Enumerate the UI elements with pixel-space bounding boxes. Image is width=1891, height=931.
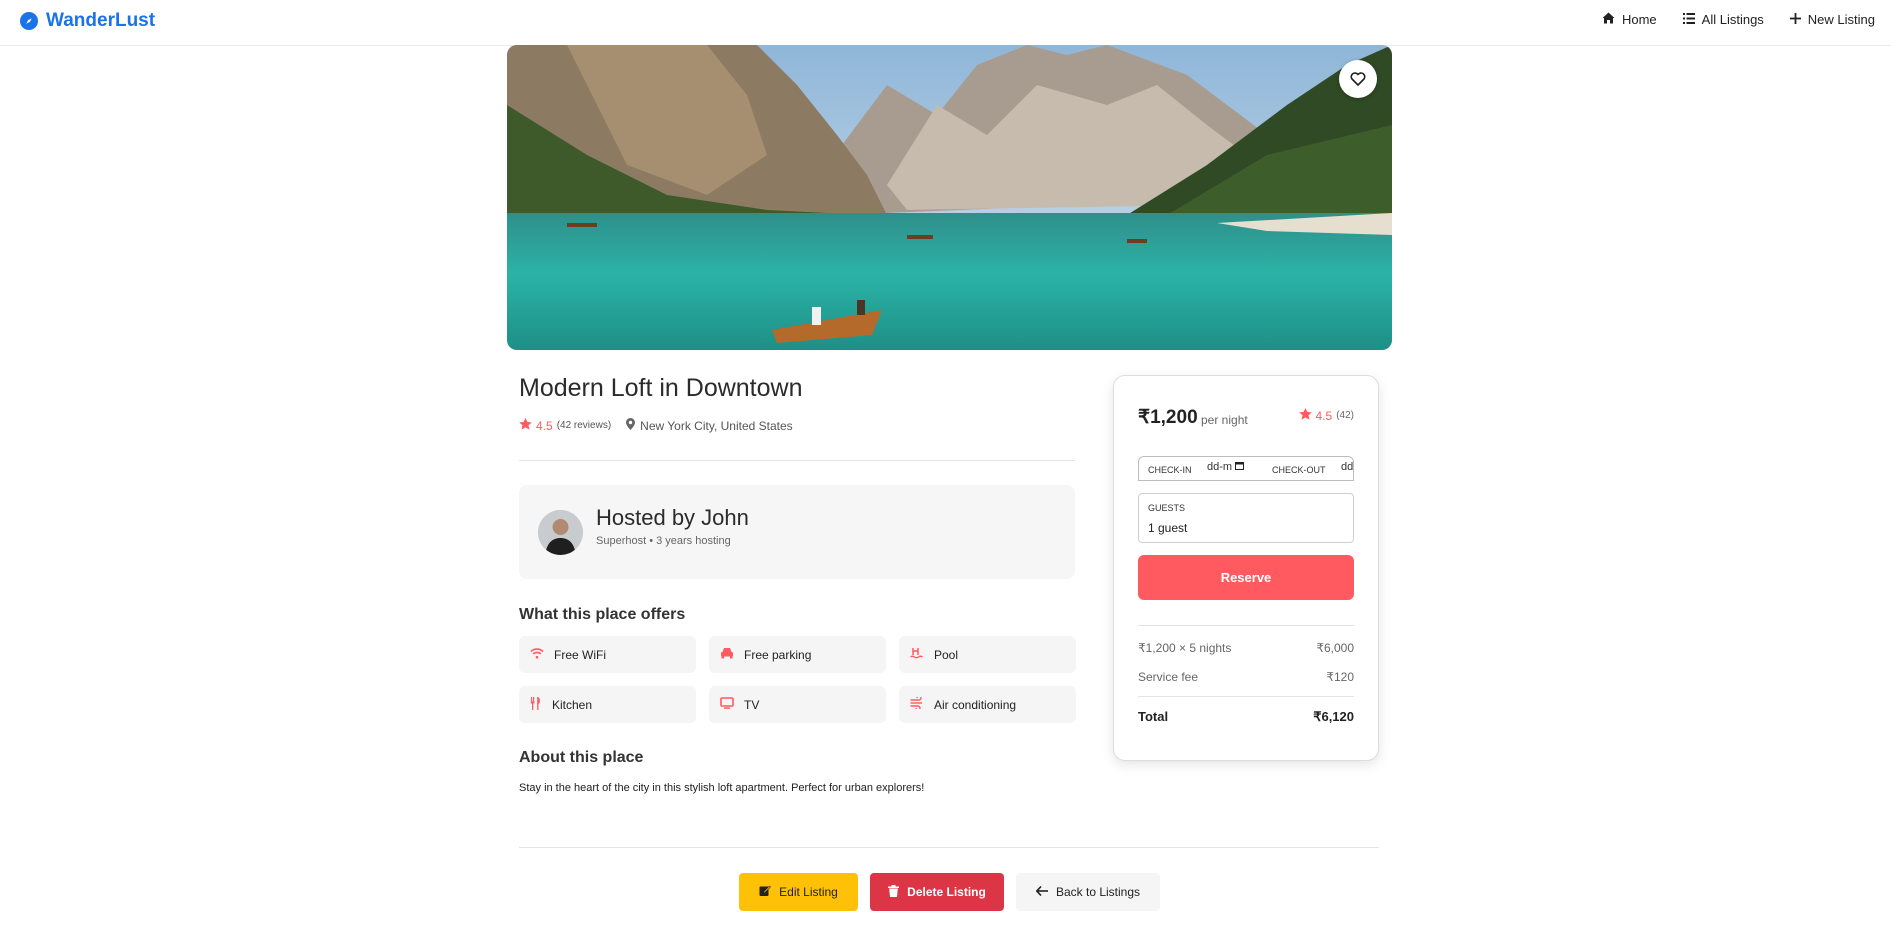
checkin-value: dd-m [1207,461,1233,473]
listing-meta: 4.5 (42 reviews) New York City, United S… [519,418,793,433]
car-icon [720,647,734,662]
about-text: Stay in the heart of the city in this st… [519,782,925,794]
amenity-label: TV [744,697,760,712]
nav-new-listing[interactable]: New Listing [1789,12,1875,27]
divider [519,847,1379,848]
checkout-value: dd [1341,461,1354,473]
pool-icon [910,647,924,662]
date-picker: CHECK-IN dd-m CHECK-OUT dd [1138,456,1354,481]
amenity-item: Kitchen [519,686,696,723]
listing-rating: 4.5 [536,418,553,433]
divider [519,460,1075,461]
list-icon [1682,12,1695,27]
host-subtitle: Superhost • 3 years hosting [596,535,731,547]
wifi-icon [530,647,544,662]
guests-value: 1 guest [1148,521,1188,535]
delete-listing-button[interactable]: Delete Listing [870,873,1004,911]
guests-label: GUESTS [1148,503,1186,513]
trash-icon [888,884,900,900]
nights-value: ₹6,000 [1316,641,1354,655]
host-name: Hosted by John [596,505,749,530]
arrow-left-icon [1035,885,1048,899]
price-row-total: Total ₹6,120 [1138,709,1354,725]
booking-rating: 4.5 (42) [1298,408,1354,423]
nav-all-listings[interactable]: All Listings [1682,12,1764,27]
navbar: WanderLust Home All Listings New Listing [0,0,1891,46]
amenity-label: Pool [934,647,959,662]
amenity-label: Free WiFi [554,647,606,662]
map-pin-icon [626,418,636,433]
booking-rating-count: (42) [1336,410,1354,421]
offers-heading: What this place offers [519,606,686,623]
about-heading: About this place [519,749,644,766]
back-to-listings-label: Back to Listings [1055,885,1141,899]
amenity-label: Free parking [744,647,812,662]
checkin-label: CHECK-IN [1148,465,1192,475]
brand-name: WanderLust [46,10,156,31]
edit-icon [759,885,772,900]
host-avatar [538,510,583,555]
host-card: Hosted by John Superhost • 3 years hosti… [519,485,1075,579]
nav-new-listing-label: New Listing [1807,12,1875,27]
divider [1138,625,1354,626]
amenity-label: Air conditioning [934,697,1017,712]
back-to-listings-button[interactable]: Back to Listings [1016,873,1160,911]
total-label: Total [1138,709,1169,724]
edit-listing-label: Edit Listing [779,885,838,899]
checkout-input[interactable]: dd [1341,461,1353,473]
amenity-item: Free parking [709,636,886,673]
price-row-fee: Service fee ₹120 [1138,670,1354,684]
amenity-item: TV [709,686,886,723]
edit-listing-button[interactable]: Edit Listing [739,873,858,911]
reserve-button[interactable]: Reserve [1138,555,1354,600]
wind-icon [910,695,924,712]
divider [1138,696,1354,697]
brand-link[interactable]: WanderLust [20,10,155,32]
tv-icon [720,697,734,712]
amenities-grid: Free WiFi Free parking Pool Kitchen TV A… [519,636,1076,723]
plus-icon [1789,12,1801,27]
booking-card: ₹1,200 per night 4.5 (42) CHECK-IN dd-m … [1113,375,1379,761]
per-night-label: per night [1201,413,1248,427]
price-per-night: ₹1,200 [1138,407,1198,428]
booking-rating-value: 4.5 [1315,408,1333,423]
compass-icon [20,12,38,30]
nav-home[interactable]: Home [1602,12,1657,27]
amenity-item: Air conditioning [899,686,1076,723]
price-row-nights: ₹1,200 × 5 nights ₹6,000 [1138,641,1354,655]
listing-title: Modern Loft in Downtown [519,374,803,402]
fee-label: Service fee [1138,670,1199,684]
utensils-icon [530,696,542,713]
location-text: New York City, United States [640,418,793,433]
nav-home-label: Home [1621,12,1657,27]
favorite-button[interactable] [1339,60,1377,98]
delete-listing-label: Delete Listing [907,885,986,899]
nav-links: Home All Listings New Listing [1602,12,1875,27]
guests-field[interactable]: GUESTS 1 guest [1138,493,1354,543]
listing-location: New York City, United States [626,418,793,433]
heart-icon [1350,72,1366,86]
home-icon [1602,12,1615,27]
amenity-label: Kitchen [552,697,593,712]
fee-value: ₹120 [1326,670,1354,684]
star-icon [1298,408,1312,423]
total-value: ₹6,120 [1313,709,1354,724]
checkin-input[interactable]: dd-m [1207,461,1245,473]
nights-label: ₹1,200 × 5 nights [1138,641,1232,655]
listing-reviews: (42 reviews) [556,420,612,431]
star-icon [519,418,532,433]
listing-image [507,45,1392,350]
amenity-item: Free WiFi [519,636,696,673]
calendar-icon [1235,461,1245,473]
amenity-item: Pool [899,636,1076,673]
nav-all-listings-label: All Listings [1701,12,1764,27]
checkout-label: CHECK-OUT [1272,465,1326,475]
